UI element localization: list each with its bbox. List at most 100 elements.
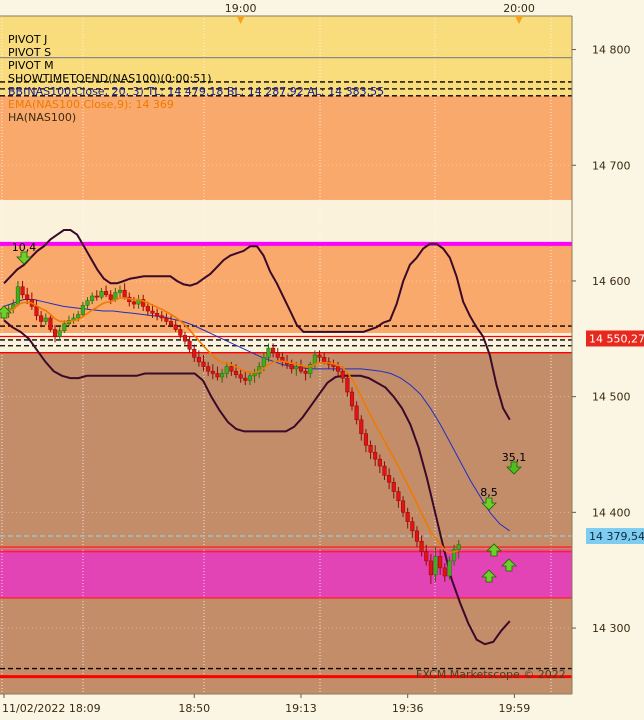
candle-body-39 <box>182 335 188 342</box>
candle-body-13 <box>62 323 67 331</box>
candle-body-77 <box>359 419 364 434</box>
candle-body-36 <box>168 321 174 326</box>
price-zone-1 <box>0 95 572 200</box>
x-tick-label-1: 18:50 <box>178 702 210 715</box>
candle-body-74 <box>345 377 350 393</box>
price-tag-label-1: 14 379,54 <box>589 530 644 543</box>
candle-body-92 <box>428 560 433 576</box>
candle-body-46 <box>215 373 220 378</box>
candle-body-17 <box>80 304 85 315</box>
x-tick-label-3: 19:36 <box>392 702 424 715</box>
candle-body-33 <box>155 313 160 316</box>
legend-entry-0: PIVOT J <box>8 33 47 46</box>
legend-entry-4: BB(NAS100.Close, 20, 3) TL: 14 479,18 BL… <box>8 85 384 98</box>
candle-body-94 <box>438 556 443 569</box>
candle-body-88 <box>410 521 415 532</box>
candle-body-38 <box>178 329 183 336</box>
candle-body-63 <box>294 366 299 370</box>
candle-body-73 <box>340 370 345 379</box>
candle-body-42 <box>196 357 201 363</box>
legend-entry-5: EMA(NAS100.Close,9): 14 369 <box>8 98 174 111</box>
top-axis-panel <box>0 0 572 16</box>
candle-body-89 <box>414 530 420 542</box>
candle-body-21 <box>99 291 104 298</box>
candle-body-86 <box>400 500 406 513</box>
legend-entry-1: PIVOT S <box>8 46 51 59</box>
candle-body-72 <box>336 366 341 372</box>
candle-body-56 <box>261 357 266 367</box>
candle-body-53 <box>247 375 252 381</box>
y-tick-label-2: 14 600 <box>592 275 631 288</box>
candle-body-37 <box>173 324 178 330</box>
candle-body-12 <box>57 330 62 337</box>
candle-body-41 <box>192 348 197 358</box>
y-tick-label-3: 14 500 <box>592 391 631 404</box>
candlestick-chart[interactable]: 10,4 8,5 35,1 PIVOT JPIVOT SPIVOT MSHOWTIME… <box>0 0 644 720</box>
candle-body-80 <box>373 451 378 460</box>
candle-body-3 <box>15 286 20 305</box>
candle-body-64 <box>298 366 304 372</box>
candle-body-7 <box>34 306 39 316</box>
candle-body-75 <box>349 391 355 407</box>
candle-body-65 <box>303 370 308 374</box>
chart-root: 10,4 8,5 35,1 PIVOT J PIVOT S PIVOT M SHOWTIME… <box>0 0 644 720</box>
candle-body-28 <box>131 301 136 305</box>
candle-body-54 <box>252 373 257 377</box>
candle-body-69 <box>322 357 327 363</box>
x-tick-label-4: 19:59 <box>499 702 531 715</box>
signal-label-2: 35,1 <box>502 451 527 464</box>
y-tick-label-1: 14 700 <box>592 159 631 172</box>
candle-body-26 <box>122 289 127 298</box>
candle-body-67 <box>312 354 317 365</box>
candle-body-31 <box>145 306 150 312</box>
candle-body-79 <box>368 444 373 453</box>
x-tick-label-2: 19:13 <box>285 702 317 715</box>
candle-body-84 <box>391 482 396 492</box>
candle-body-48 <box>224 366 229 374</box>
candle-body-9 <box>43 317 48 322</box>
legend-entry-2: PIVOT M <box>8 59 54 72</box>
candle-body-68 <box>317 354 322 358</box>
candle-body-10 <box>48 317 53 330</box>
candle-body-8 <box>39 315 44 322</box>
candle-body-59 <box>275 352 280 358</box>
candle-body-82 <box>382 465 387 476</box>
candle-body-85 <box>396 491 401 502</box>
candle-body-19 <box>90 295 95 301</box>
legend-entry-6: HA(NAS100) <box>8 111 76 124</box>
candle-body-20 <box>94 295 99 298</box>
candle-body-40 <box>187 340 192 350</box>
y-tick-label-5: 14 300 <box>592 622 631 635</box>
candle-body-4 <box>20 286 25 296</box>
candle-body-44 <box>206 366 211 372</box>
y-tick-label-0: 14 800 <box>592 44 631 57</box>
signal-label-0: 10,4 <box>12 241 37 254</box>
candle-body-95 <box>442 567 447 577</box>
candle-body-96 <box>447 560 452 577</box>
candle-body-11 <box>52 329 58 337</box>
candle-body-22 <box>104 291 109 296</box>
candle-body-18 <box>85 300 90 306</box>
y-tick-label-4: 14 400 <box>592 506 631 519</box>
candle-body-24 <box>113 292 118 300</box>
candle-body-57 <box>266 347 271 358</box>
candle-body-34 <box>159 315 164 319</box>
candle-body-62 <box>289 364 294 370</box>
candle-body-78 <box>363 433 368 446</box>
candle-body-51 <box>238 374 243 379</box>
legend-entry-3: SHOWTIMETOEND(NAS100)(0:00:51) <box>8 72 212 85</box>
candle-body-98 <box>456 544 461 550</box>
candle-body-23 <box>108 294 113 300</box>
candle-body-43 <box>201 361 206 367</box>
candle-body-45 <box>210 370 215 374</box>
copyright-label: FXCM Marketscope © 2022 <box>416 668 566 681</box>
candle-body-58 <box>271 347 276 353</box>
candle-body-91 <box>424 551 429 562</box>
candle-body-81 <box>377 458 382 467</box>
candle-body-32 <box>150 310 155 314</box>
top-tick-label-0: 19:00 <box>225 2 257 15</box>
candle-body-50 <box>233 370 239 375</box>
price-zone-2 <box>0 243 572 334</box>
candle-body-25 <box>117 289 123 293</box>
candle-body-90 <box>419 541 424 552</box>
